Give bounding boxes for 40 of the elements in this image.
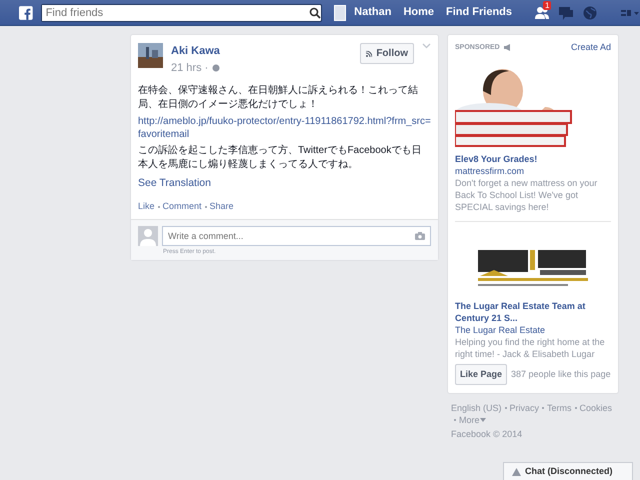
likes-count: 387 people like this page: [511, 368, 611, 380]
like-page-button[interactable]: Like Page: [455, 364, 508, 385]
comment-field[interactable]: Write a comment...: [162, 226, 431, 246]
messages-icon[interactable]: [558, 4, 574, 20]
follow-button[interactable]: Follow: [360, 43, 414, 64]
caret-icon: [480, 418, 486, 422]
ad-title-link[interactable]: The Lugar Real Estate Team at Century 21 S...: [455, 300, 611, 324]
camera-icon[interactable]: [415, 232, 425, 240]
chat-bar[interactable]: Chat (Disconnected): [503, 462, 633, 480]
post-link[interactable]: http://ameblo.jp/fuuko-protector/entry-11911861792.html?frm_src=favoritemail: [138, 115, 431, 141]
user-avatar[interactable]: [334, 4, 346, 20]
author-name[interactable]: Aki Kawa: [171, 43, 352, 60]
megaphone-icon: [504, 44, 512, 52]
author-avatar[interactable]: [138, 43, 163, 68]
commenter-avatar: [138, 226, 158, 246]
search-field[interactable]: Find friends: [40, 4, 322, 22]
logo-icon[interactable]: [19, 4, 33, 20]
ad-description: Don't forget a new mattress on your Back To School List! We've got SPECIAL savings here!: [455, 176, 598, 212]
search-icon: [308, 6, 321, 18]
ad-source-link[interactable]: mattressfirm.com: [455, 164, 611, 176]
rss-icon: [366, 50, 372, 56]
ad-description: Helping you find the right home at the right time! - Jack & Elisabeth Lugar: [455, 336, 606, 360]
chat-status: Chat (Disconnected): [525, 464, 613, 478]
action-link[interactable]: Share: [210, 200, 234, 214]
notification-count: 1: [543, 0, 552, 10]
post-text: 在特会、保守速報さん、在日朝鮮人に訴えられる！これって結局、在日側のイメージ悪化だけでしょ！: [138, 84, 419, 112]
nav-link[interactable]: Find Friends: [446, 4, 512, 21]
ad-title-link[interactable]: Elev8 Your Grades!: [455, 152, 611, 164]
friends-icon[interactable]: [534, 4, 550, 20]
ad-source-link[interactable]: The Lugar Real Estate: [455, 324, 611, 336]
warning-icon: [512, 468, 521, 476]
see-translation-link[interactable]: See Translation: [138, 176, 211, 192]
chevron-icon[interactable]: [422, 43, 431, 49]
create-ad-link[interactable]: Create Ad: [570, 41, 611, 54]
action-link[interactable]: Like: [138, 200, 155, 214]
nav-link[interactable]: Home: [403, 4, 434, 21]
post-text: この訴訟を起こした李信恵って方、TwitterでもFacebookでも日本人を馬鹿にし煽り軽蔑しまくってる人ですね。: [138, 144, 422, 172]
action-link[interactable]: Comment: [162, 200, 202, 214]
copyright-text: Facebook © 2014: [450, 428, 524, 441]
user-link[interactable]: Nathan: [354, 4, 392, 21]
